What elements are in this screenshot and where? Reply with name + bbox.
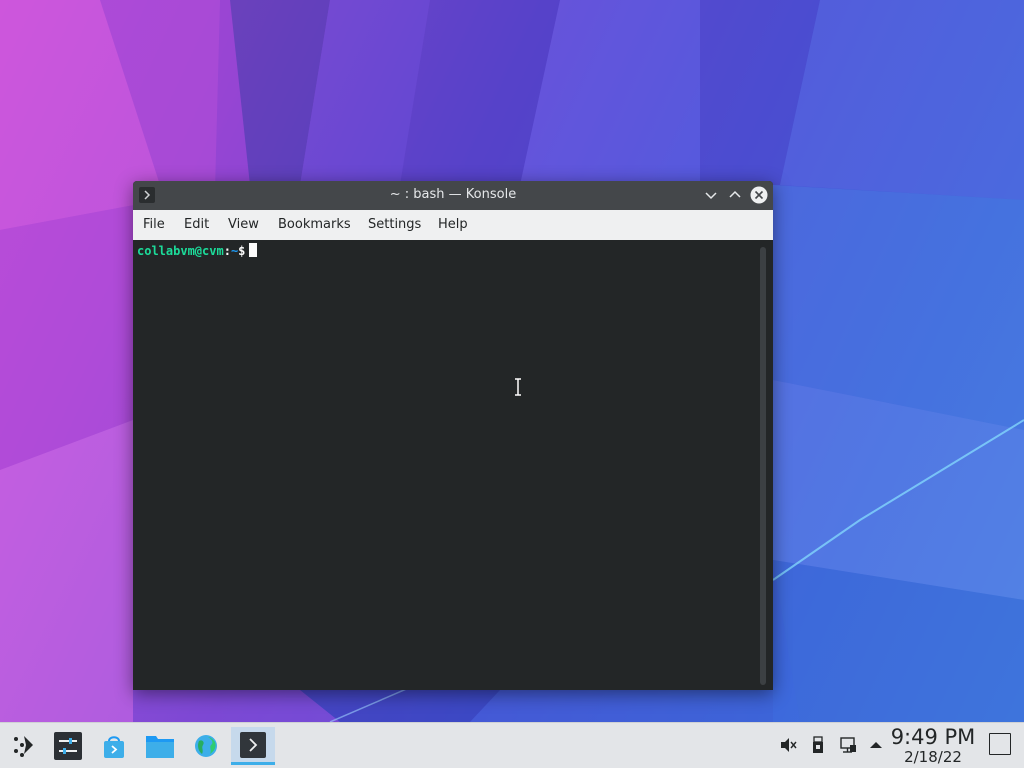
globe-icon [195, 735, 217, 757]
task-web-browser[interactable] [188, 728, 224, 764]
task-system-settings[interactable] [50, 728, 86, 764]
window-title: ~ : bash — Konsole [389, 187, 517, 202]
menu-file[interactable]: File [143, 217, 165, 232]
menu-bar: File Edit View Bookmarks Settings Help [133, 210, 773, 240]
maximize-button[interactable] [726, 186, 744, 204]
menu-view[interactable]: View [228, 217, 259, 232]
digital-clock[interactable]: 9:49 PM 2/18/22 [890, 725, 976, 766]
usb-drive-icon[interactable] [808, 735, 828, 755]
task-konsole[interactable] [231, 727, 275, 765]
close-button[interactable] [750, 186, 768, 204]
plasma-launcher-icon [14, 736, 33, 757]
menu-bookmarks[interactable]: Bookmarks [278, 217, 351, 232]
prompt-dollar: $ [238, 244, 246, 258]
menu-help[interactable]: Help [438, 217, 468, 232]
taskbar: 9:49 PM 2/18/22 [0, 722, 1024, 768]
prompt-line: collabvm@cvm:~$ [137, 243, 258, 258]
chevron-down-icon [705, 192, 717, 200]
application-launcher-button[interactable] [5, 728, 41, 764]
menu-edit[interactable]: Edit [184, 217, 209, 232]
volume-muted-icon[interactable] [778, 735, 798, 755]
network-wired-icon[interactable] [838, 735, 858, 755]
minimize-button[interactable] [702, 186, 720, 204]
chevron-up-icon [729, 190, 741, 198]
expand-arrow-icon[interactable] [866, 735, 886, 755]
task-discover[interactable] [96, 728, 132, 764]
window-titlebar[interactable]: ~ : bash — Konsole [133, 181, 773, 210]
terminal-icon [240, 731, 266, 758]
shopping-bag-icon [104, 736, 124, 758]
close-icon [750, 186, 768, 204]
konsole-window[interactable]: ~ : bash — Konsole File Edit View Bookma… [133, 181, 773, 690]
settings-sliders-icon [54, 732, 82, 760]
prompt-colon: : [223, 244, 231, 258]
text-cursor [249, 243, 258, 257]
prompt-user-host: collabvm@cvm [137, 244, 224, 258]
show-desktop-button[interactable] [989, 733, 1011, 755]
clock-date: 2/18/22 [904, 748, 962, 766]
clock-time: 9:49 PM [890, 725, 976, 749]
terminal-scrollbar[interactable] [760, 247, 766, 685]
terminal-area[interactable]: collabvm@cvm:~$ [133, 240, 773, 690]
task-dolphin-files[interactable] [142, 728, 178, 764]
ibeam-cursor-icon [515, 378, 521, 396]
menu-settings[interactable]: Settings [368, 217, 421, 232]
folder-icon [146, 736, 174, 758]
